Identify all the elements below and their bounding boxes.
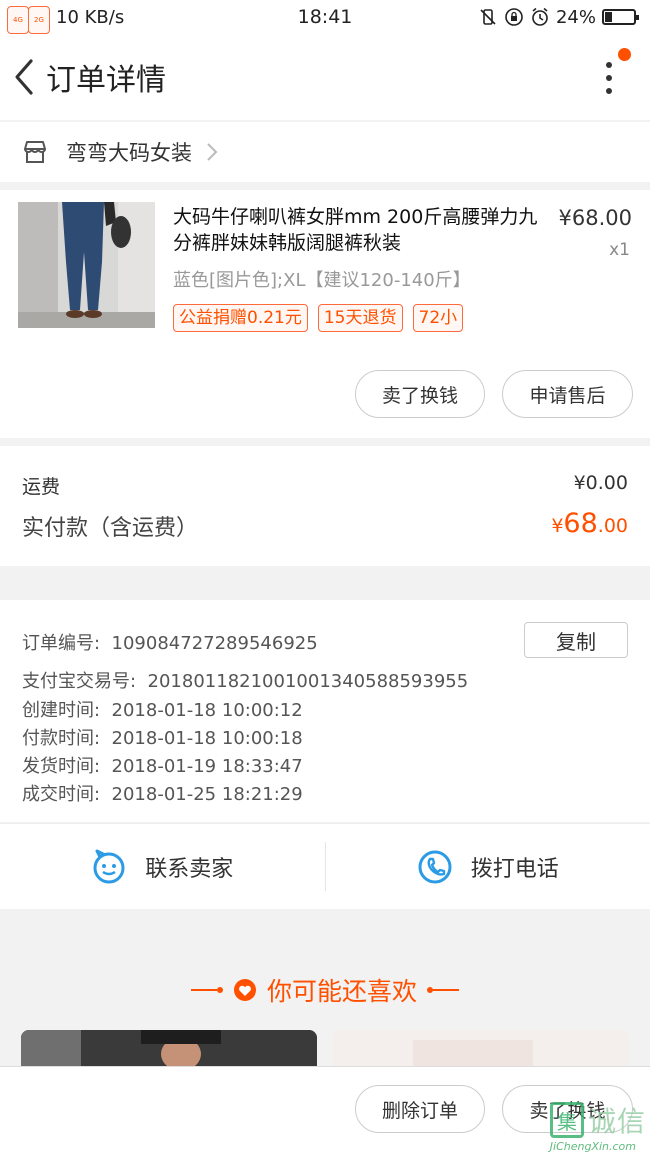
call-phone-label: 拨打电话 <box>470 856 559 882</box>
order-number-label: 订单编号: <box>22 633 101 654</box>
paid-amount: ¥68.00 <box>551 508 628 539</box>
signal-icon-2: 2G <box>28 6 50 34</box>
sell-for-cash-button[interactable]: 卖了换钱 <box>355 370 485 418</box>
battery-icon <box>602 9 639 25</box>
chevron-right-icon <box>207 143 218 161</box>
paid-dec: .00 <box>597 515 628 537</box>
product-quantity: x1 <box>609 240 630 260</box>
shop-row[interactable]: 弯弯大码女装 <box>0 122 650 182</box>
vibrate-off-icon <box>480 9 496 25</box>
created-time-label: 创建时间: <box>22 700 101 721</box>
back-button[interactable] <box>2 47 46 107</box>
contact-bar: 联系卖家 拨打电话 <box>0 823 650 909</box>
paid-time-label: 付款时间: <box>22 728 101 749</box>
paid-time-value: 2018-01-18 10:00:18 <box>111 728 303 749</box>
notification-badge <box>618 48 631 61</box>
recommend-image-2 <box>333 1030 629 1070</box>
payment-summary: 运费 ¥0.00 实付款（含运费） ¥68.00 <box>0 446 650 566</box>
shipped-time-label: 发货时间: <box>22 756 101 777</box>
service-tags: 公益捐赠0.21元 15天退货 72小 <box>173 304 464 332</box>
copy-button[interactable]: 复制 <box>524 622 628 658</box>
shipped-time-line: 发货时间: 2018-01-19 18:33:47 <box>22 752 303 778</box>
shop-name: 弯弯大码女装 <box>66 141 192 165</box>
battery-text: 24% <box>555 6 596 28</box>
signal-icon: 4G <box>7 6 29 34</box>
order-number-value: 109084727289546925 <box>111 633 318 654</box>
recommend-image-1 <box>21 1030 317 1070</box>
after-sale-button[interactable]: 申请售后 <box>502 370 633 418</box>
status-right: 24% <box>478 6 639 28</box>
product-card[interactable]: 大码牛仔喇叭裤女胖mm 200斤高腰弹力九分裤胖妹妹韩版阔腿裤秋装 ¥68.00… <box>0 190 650 438</box>
shipping-label: 运费 <box>22 476 61 498</box>
more-dot <box>606 75 612 81</box>
recommend-title: 你可能还喜欢 <box>266 977 417 1006</box>
app-header: 订单详情 <box>0 34 650 120</box>
phone-icon <box>418 850 452 883</box>
chat-icon <box>93 849 125 883</box>
heart-icon <box>233 979 256 1001</box>
order-info: 订单编号: 109084727289546925 复制 支付宝交易号: 2018… <box>0 600 650 822</box>
rec-line-right <box>427 987 459 993</box>
service-tag-charity[interactable]: 公益捐赠0.21元 <box>173 304 308 332</box>
paid-label: 实付款（含运费） <box>22 516 199 541</box>
service-tag-return[interactable]: 15天退货 <box>317 304 403 332</box>
alipay-trade-value: 2018011821001001340588593955 <box>147 671 469 692</box>
contact-seller-label: 联系卖家 <box>145 856 234 882</box>
bottom-action-bar: 删除订单 卖了换钱 <box>0 1066 650 1155</box>
shop-icon <box>24 141 46 163</box>
delete-order-button[interactable]: 删除订单 <box>355 1085 485 1133</box>
alipay-trade-line: 支付宝交易号: 2018011821001001340588593955 <box>22 667 468 693</box>
recommend-item-1[interactable] <box>21 1030 317 1070</box>
status-bar: 4G 2G 10 KB/s 18:41 24% <box>0 0 650 34</box>
service-tag-72h[interactable]: 72小 <box>412 304 464 332</box>
product-image <box>18 202 155 328</box>
product-spec: 蓝色[图片色];XL【建议120-140斤】 <box>173 270 471 291</box>
lock-rotation-icon <box>505 8 523 26</box>
signal-tag: 4G <box>7 6 29 34</box>
deal-time-value: 2018-01-25 18:21:29 <box>111 784 303 805</box>
shipping-value: ¥0.00 <box>573 472 628 494</box>
shipped-time-value: 2018-01-19 18:33:47 <box>111 756 303 777</box>
recommend-header: 你可能还喜欢 <box>0 960 650 1020</box>
chevron-left-icon <box>15 59 33 95</box>
paid-currency: ¥ <box>551 515 564 537</box>
page-title: 订单详情 <box>46 63 166 98</box>
created-time-line: 创建时间: 2018-01-18 10:00:12 <box>22 696 303 722</box>
recommend-item-2[interactable] <box>333 1030 629 1070</box>
battery-fill <box>605 12 612 22</box>
signal-tag-2: 2G <box>28 6 50 34</box>
order-number-line: 订单编号: 109084727289546925 <box>22 629 318 655</box>
alarm-icon <box>532 7 548 26</box>
paid-int: 68 <box>563 508 598 539</box>
product-thumbnail[interactable] <box>18 202 155 328</box>
created-time-value: 2018-01-18 10:00:12 <box>111 700 303 721</box>
status-left: 4G 2G 10 KB/s <box>7 6 125 34</box>
more-dots-icon <box>606 62 612 68</box>
more-menu-button[interactable] <box>596 48 631 100</box>
deal-time-label: 成交时间: <box>22 784 101 805</box>
net-speed: 10 KB/s <box>56 6 125 28</box>
alipay-trade-label: 支付宝交易号: <box>22 671 137 692</box>
contact-seller-button[interactable]: 联系卖家 <box>0 824 325 909</box>
sell-for-cash-bottom-button[interactable]: 卖了换钱 <box>502 1085 633 1133</box>
product-price: ¥68.00 <box>558 206 632 230</box>
call-phone-button[interactable]: 拨打电话 <box>326 824 650 909</box>
deal-time-line: 成交时间: 2018-01-25 18:21:29 <box>22 780 303 806</box>
more-dot <box>606 88 612 94</box>
paid-time-line: 付款时间: 2018-01-18 10:00:18 <box>22 724 303 750</box>
rec-line-left <box>190 987 223 993</box>
product-title[interactable]: 大码牛仔喇叭裤女胖mm 200斤高腰弹力九分裤胖妹妹韩版阔腿裤秋装 <box>173 204 543 256</box>
